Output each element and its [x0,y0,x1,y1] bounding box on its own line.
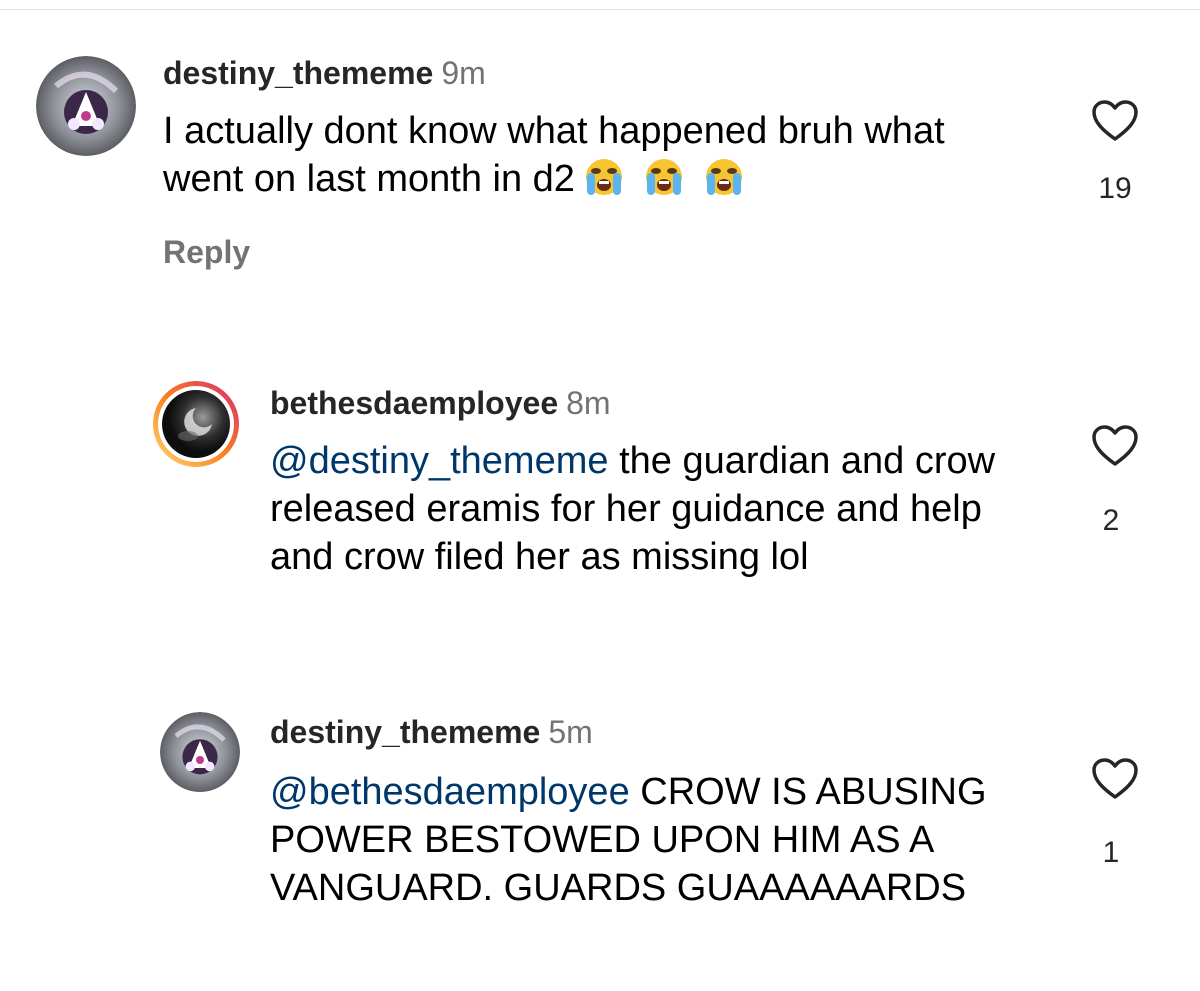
comment-2-like-count: 2 [1102,504,1120,537]
comment-2-header: bethesdaemployee 8m [270,383,611,423]
comment-3-username[interactable]: destiny_thememe [270,714,540,750]
heart-outline-icon[interactable] [1091,424,1139,468]
comment-2-timestamp: 8m [566,385,611,421]
comment-3-mention[interactable]: @bethesdaemployee [270,771,630,813]
heart-outline-icon[interactable] [1091,757,1139,801]
comment-1-timestamp: 9m [441,55,486,91]
loudly-crying-face-icon [641,157,687,197]
ghost-shell-avatar-icon [36,56,136,156]
comment-2-text-block: @destiny_thememe the guardian and crow r… [270,437,1050,581]
comment-3-timestamp: 5m [548,714,593,750]
comment-3-like-count: 1 [1102,836,1120,869]
avatar-bethesdaemployee[interactable] [152,380,240,468]
comment-1-header: destiny_thememe 9m [163,53,486,93]
comment-1-text-block: I actually dont know what happened bruh … [163,107,983,203]
loudly-crying-face-icon [581,157,627,197]
ghost-shell-avatar-icon [160,712,240,792]
comment-1-username[interactable]: destiny_thememe [163,55,433,91]
avatar-destiny-thememe[interactable] [36,56,136,156]
heart-outline-icon[interactable] [1091,99,1139,143]
comment-1-like-count: 19 [1098,172,1132,205]
comment-2-mention[interactable]: @destiny_thememe [270,440,609,482]
comment-3-text-block: @bethesdaemployee CROW IS ABUSING POWER … [270,768,1030,912]
avatar-destiny-thememe[interactable] [160,712,240,792]
dark-moon-avatar-icon [153,381,239,467]
comment-1-text: I actually dont know what happened bruh … [163,110,945,200]
comment-3-header: destiny_thememe 5m [270,712,593,752]
loudly-crying-face-icon [701,157,747,197]
comment-2-username[interactable]: bethesdaemployee [270,385,558,421]
top-divider [0,0,1200,10]
comment-1-reply-button[interactable]: Reply [163,234,250,271]
